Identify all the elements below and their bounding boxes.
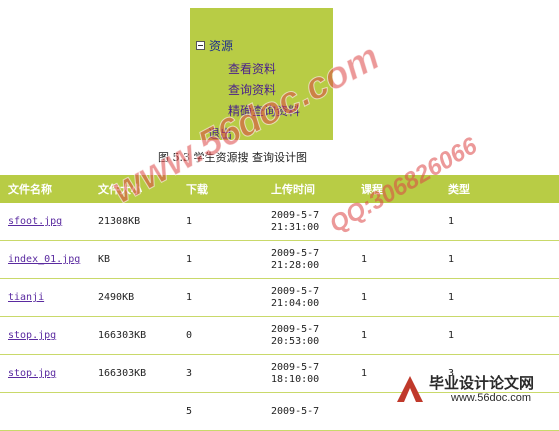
menu-root-label: 资源: [209, 39, 234, 53]
file-link[interactable]: stop.jpg: [8, 330, 56, 341]
file-link[interactable]: tianji: [8, 292, 44, 303]
file-size: 166303KB: [90, 316, 178, 355]
table-header-row: 文件名称 文件大小 下载 上传时间 课程 类型: [0, 175, 559, 203]
download-count: 1: [178, 278, 263, 317]
table-row: index_01.jpg KB 1 2009-5-7 21:28:00 1 1: [0, 240, 559, 279]
download-count: 3: [178, 354, 263, 393]
download-count: 0: [178, 316, 263, 355]
column-header-downloads: 下载: [178, 175, 263, 203]
table-row: stop.jpg 166303KB 0 2009-5-7 20:53:00 1 1: [0, 316, 559, 355]
logo-url: www.56doc.com: [451, 392, 532, 404]
file-link[interactable]: sfoot.jpg: [8, 216, 62, 227]
course-value: 1: [353, 316, 440, 355]
course-value: 1: [353, 278, 440, 317]
file-size: 2490KB: [90, 278, 178, 317]
column-header-type: 类型: [440, 175, 559, 203]
course-value: 1: [353, 240, 440, 279]
upload-clock: 21:28:00: [271, 259, 320, 271]
upload-date: 2009-5-7: [271, 323, 320, 335]
upload-date: 2009-5-7: [271, 361, 320, 373]
type-value: 1: [440, 316, 559, 355]
type-value: 1: [440, 240, 559, 279]
site-logo-stamp: 毕业设计论文网 www.56doc.com: [393, 372, 555, 408]
file-link[interactable]: stop.jpg: [8, 368, 56, 379]
file-link[interactable]: index_01.jpg: [8, 254, 80, 265]
column-header-name: 文件名称: [0, 175, 90, 203]
table-row: tianji 2490KB 1 2009-5-7 21:04:00 1 1: [0, 278, 559, 317]
upload-time: 2009-5-7 20:53:00: [263, 316, 353, 355]
collapse-toggle-icon[interactable]: [196, 41, 205, 50]
upload-time: 2009-5-7 21:04:00: [263, 278, 353, 317]
upload-time: 2009-5-7 21:28:00: [263, 240, 353, 279]
file-size: 21308KB: [90, 203, 178, 241]
menu-root-resources[interactable]: 资源: [196, 37, 233, 54]
upload-clock: 20:53:00: [271, 335, 320, 347]
upload-clock: 18:10:00: [271, 373, 320, 385]
file-size: KB: [90, 240, 178, 279]
upload-clock: 21:04:00: [271, 297, 320, 309]
type-value: 1: [440, 203, 559, 241]
logo-icon: [397, 376, 423, 402]
download-count: 1: [178, 203, 263, 241]
download-count: 1: [178, 240, 263, 279]
table-row: sfoot.jpg 21308KB 1 2009-5-7 21:31:00 1: [0, 203, 559, 241]
logo-title: 毕业设计论文网: [429, 374, 535, 392]
upload-date: 2009-5-7: [271, 247, 320, 259]
menu-item-view[interactable]: 查看资料: [228, 60, 276, 77]
type-value: 1: [440, 278, 559, 317]
column-header-upload-time: 上传时间: [263, 175, 353, 203]
upload-date: 2009-5-7: [271, 285, 320, 297]
upload-time: 2009-5-7 18:10:00: [263, 354, 353, 393]
file-size: 166303KB: [90, 354, 178, 393]
